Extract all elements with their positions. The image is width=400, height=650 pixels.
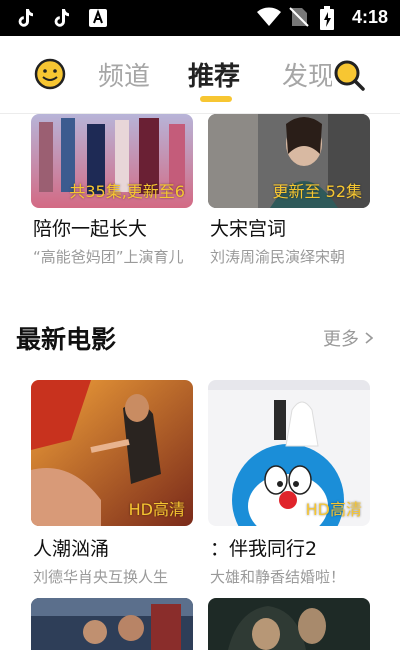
video-thumbnail: 更新至 52集 xyxy=(208,114,370,208)
top-nav: 频道 推荐 发现 xyxy=(0,36,400,114)
movie-poster: HD高清 xyxy=(208,380,370,526)
chevron-right-icon xyxy=(365,332,373,344)
video-card[interactable]: 共35集,更新至6 陪你一起长大 “高能爸妈团”上演育儿 xyxy=(31,114,193,274)
wifi-icon xyxy=(256,6,281,28)
episode-badge: 共35集,更新至6 xyxy=(69,182,185,201)
section-title: 最新电影 xyxy=(16,325,117,354)
episode-badge: 更新至 52集 xyxy=(272,182,362,201)
battery-charging-icon xyxy=(319,6,342,30)
video-subtitle: “高能爸妈团”上演育儿 xyxy=(33,248,184,266)
movie-poster xyxy=(31,598,193,650)
tab-discover[interactable]: 发现 xyxy=(282,56,334,93)
video-title: 大宋宫词 xyxy=(210,218,287,240)
tiktok-icon xyxy=(16,8,38,30)
more-link[interactable]: 更多 xyxy=(323,325,373,351)
text-a-icon xyxy=(88,8,110,30)
video-card[interactable]: 更新至 52集 大宋宫词 刘涛周渝民演绎宋朝 xyxy=(208,114,370,274)
search-button[interactable] xyxy=(332,58,366,92)
clock: 4:18 xyxy=(351,6,388,27)
video-title: 陪你一起长大 xyxy=(33,218,148,240)
quality-badge: HD高清 xyxy=(305,500,362,519)
tab-recommended[interactable]: 推荐 xyxy=(188,56,240,93)
movie-subtitle: 刘德华肖央互换人生 xyxy=(33,568,169,586)
movie-title: ：伴我同行2 xyxy=(210,538,318,560)
more-label: 更多 xyxy=(323,329,359,350)
movie-card[interactable] xyxy=(208,598,370,650)
movie-poster: HD高清 xyxy=(31,380,193,526)
movie-subtitle: 大雄和静香结婚啦！ xyxy=(210,568,346,586)
no-sim-icon xyxy=(288,6,310,28)
movie-title: 人潮汹涌 xyxy=(33,538,110,560)
video-subtitle: 刘涛周渝民演绎宋朝 xyxy=(210,248,346,266)
status-bar: 4:18 xyxy=(0,0,400,36)
movie-card[interactable] xyxy=(31,598,193,650)
tab-channels[interactable]: 频道 xyxy=(98,56,150,93)
app-logo-icon[interactable] xyxy=(34,58,66,90)
movie-card[interactable]: HD高清 人潮汹涌 刘德华肖央互换人生 xyxy=(31,380,193,590)
movie-card[interactable]: HD高清 ：伴我同行2 大雄和静香结婚啦！ xyxy=(208,380,370,590)
search-icon xyxy=(334,60,365,91)
quality-badge: HD高清 xyxy=(128,500,185,519)
movie-poster xyxy=(208,598,370,650)
tiktok-icon xyxy=(52,8,74,30)
active-tab-indicator xyxy=(200,96,232,102)
video-thumbnail: 共35集,更新至6 xyxy=(31,114,193,208)
